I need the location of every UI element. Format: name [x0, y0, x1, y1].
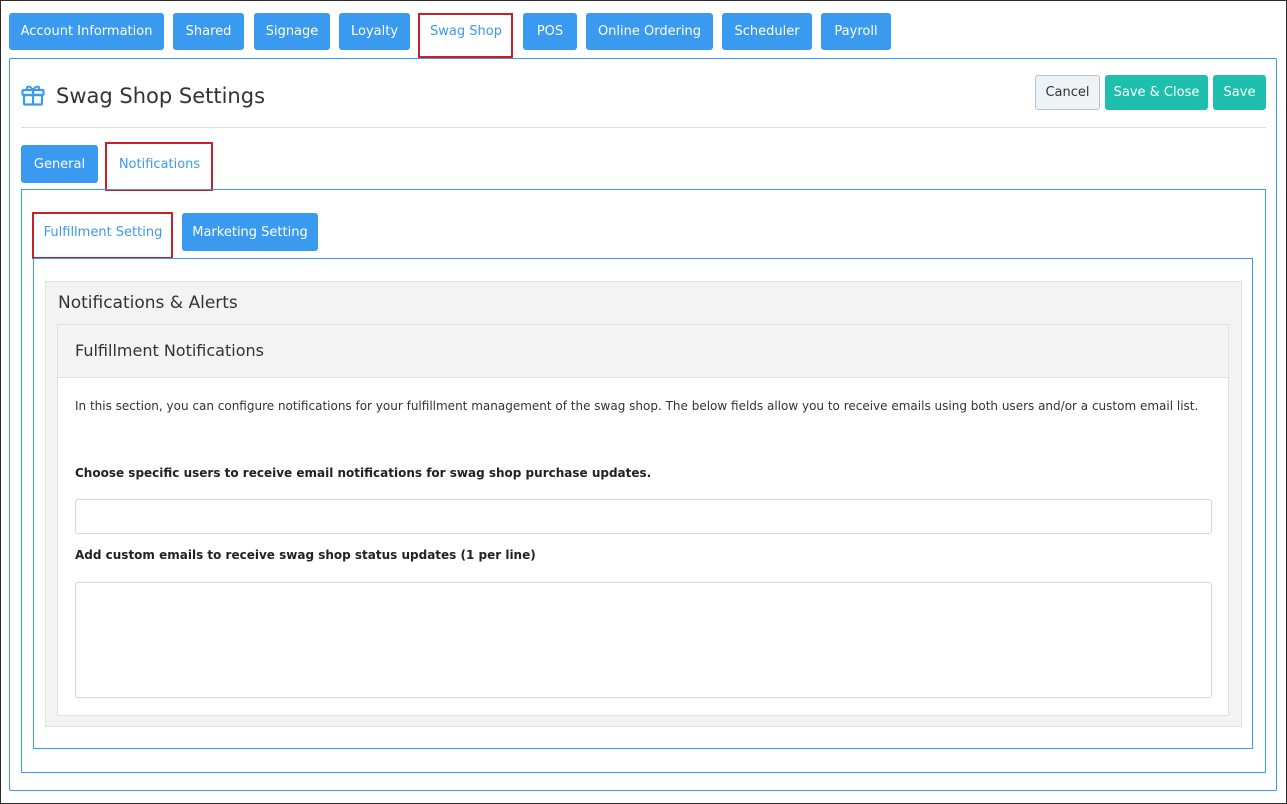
cancel-button[interactable]: Cancel — [1035, 75, 1100, 110]
save-button[interactable]: Save — [1213, 75, 1266, 110]
tab-scheduler[interactable]: Scheduler — [722, 13, 812, 50]
page-title: Swag Shop Settings — [56, 84, 266, 108]
tab-online-ordering[interactable]: Online Ordering — [586, 13, 713, 50]
custom-emails-textarea[interactable] — [75, 582, 1212, 698]
tab-fulfillment-setting[interactable]: Fulfillment Setting — [35, 213, 171, 251]
tab-signage[interactable]: Signage — [254, 13, 330, 50]
tab-swag-shop[interactable]: Swag Shop — [420, 13, 512, 50]
tab-payroll[interactable]: Payroll — [821, 13, 891, 50]
header-divider — [21, 127, 1266, 128]
gift-icon — [21, 85, 45, 106]
section-title: Notifications & Alerts — [58, 293, 238, 313]
tab-loyalty[interactable]: Loyalty — [339, 13, 410, 50]
tab-account-information[interactable]: Account Information — [9, 13, 164, 50]
tab-notifications[interactable]: Notifications — [108, 145, 211, 183]
tab-pos[interactable]: POS — [523, 13, 577, 50]
section-description: In this section, you can configure notif… — [75, 399, 1199, 413]
custom-emails-label: Add custom emails to receive swag shop s… — [75, 548, 536, 562]
save-close-button[interactable]: Save & Close — [1105, 75, 1208, 110]
users-label: Choose specific users to receive email n… — [75, 466, 652, 480]
tab-marketing-setting[interactable]: Marketing Setting — [182, 213, 318, 251]
users-select-input[interactable] — [75, 499, 1212, 534]
tab-shared[interactable]: Shared — [173, 13, 244, 50]
tab-general[interactable]: General — [21, 145, 98, 183]
card-title: Fulfillment Notifications — [75, 341, 264, 360]
